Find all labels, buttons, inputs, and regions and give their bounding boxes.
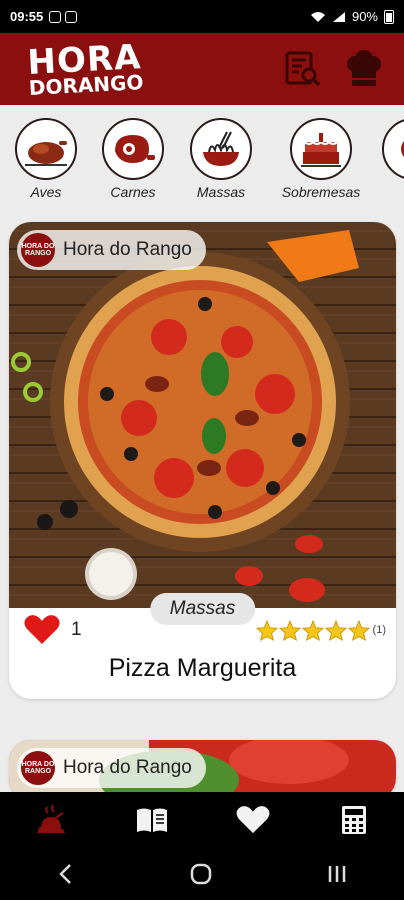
recipe-title[interactable]: Pizza Marguerita	[9, 654, 396, 683]
recent-apps-icon[interactable]	[326, 864, 348, 884]
chef-hat-button[interactable]	[342, 47, 386, 91]
back-icon[interactable]	[56, 863, 76, 885]
home-button-icon[interactable]	[189, 862, 213, 886]
category-carnes[interactable]: Carnes	[93, 118, 173, 200]
logo-line-2: DORANGO	[28, 69, 144, 100]
recipe-meta-row: 1 (1)	[23, 615, 386, 645]
recipe-card[interactable]: HORA DO RANGO Hora do Rango	[9, 740, 396, 800]
author-name: Hora do Rango	[63, 239, 192, 260]
author-pill[interactable]: HORA DO RANGO Hora do Rango	[17, 748, 206, 788]
bottom-navigation	[0, 792, 404, 848]
star-rating[interactable]: (1)	[255, 619, 386, 641]
system-navigation	[0, 848, 404, 900]
author-avatar: HORA DO RANGO	[21, 233, 55, 267]
signal-icon	[332, 11, 345, 22]
category-carousel[interactable]: Aves Carnes Massas Sobremesas	[0, 118, 404, 208]
pasta-icon	[203, 131, 239, 166]
status-bar: 09:55 90%	[0, 0, 404, 33]
star-icon	[278, 619, 301, 641]
category-sobremesas[interactable]: Sobremesas	[281, 118, 361, 200]
notification-icon	[49, 10, 62, 23]
author-name: Hora do Rango	[63, 757, 192, 778]
category-icon	[401, 141, 404, 157]
battery-percent: 90%	[351, 9, 378, 24]
star-icon	[324, 619, 347, 641]
chef-hat-icon	[347, 50, 381, 86]
category-aves[interactable]: Aves	[6, 118, 86, 200]
recipe-search-icon	[285, 51, 321, 87]
nav-recipes[interactable]	[127, 798, 177, 842]
nav-home[interactable]	[26, 798, 76, 842]
cake-icon	[301, 133, 341, 167]
status-time: 09:55	[10, 9, 44, 24]
recipe-card[interactable]: HORA DO RANGO Hora do Rango Massas 1 (1)…	[9, 222, 396, 699]
favorites-icon	[236, 806, 269, 834]
battery-icon	[384, 9, 394, 24]
app-header: HORA DORANGO	[0, 33, 404, 105]
nav-calculator[interactable]	[329, 798, 379, 842]
recipe-search-button[interactable]	[280, 47, 324, 91]
recipe-photo[interactable]	[9, 222, 396, 608]
star-icon	[347, 619, 370, 641]
poultry-icon	[25, 141, 67, 166]
author-pill[interactable]: HORA DO RANGO Hora do Rango	[17, 230, 206, 270]
star-icon	[255, 619, 278, 641]
calculator-icon	[341, 806, 366, 834]
recipe-book-icon	[136, 808, 167, 832]
author-avatar: HORA DO RANGO	[21, 751, 55, 785]
home-icon	[36, 804, 65, 833]
rating-count: (1)	[372, 624, 386, 636]
category-massas[interactable]: Massas	[181, 118, 261, 200]
star-icon	[301, 619, 324, 641]
gallery-notification-icon	[65, 10, 78, 23]
wifi-icon	[310, 11, 325, 22]
app-logo: HORA DORANGO	[27, 37, 144, 100]
nav-favorites[interactable]	[228, 798, 278, 842]
like-count: 1	[71, 619, 82, 640]
meat-icon	[115, 135, 155, 163]
heart-icon[interactable]	[23, 614, 61, 646]
category-partial[interactable]: V	[373, 118, 404, 200]
